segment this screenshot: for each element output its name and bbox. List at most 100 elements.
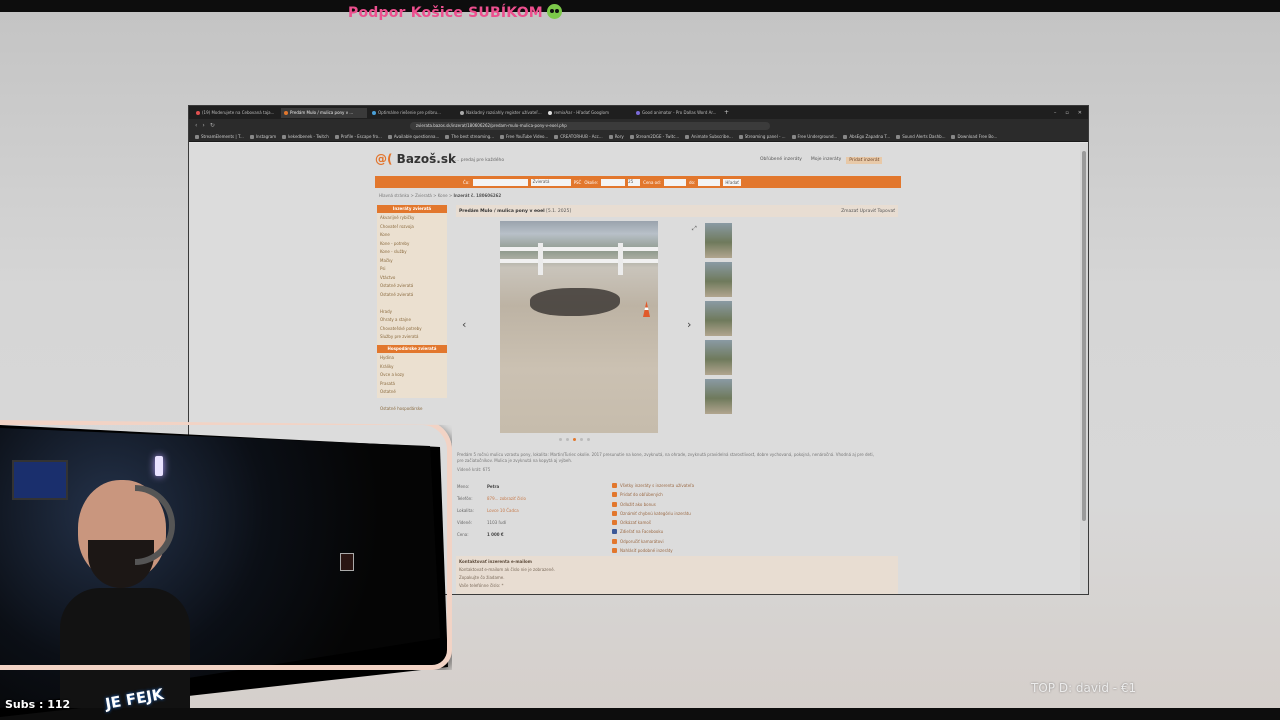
browser-tab-active[interactable]: Predám Mulo / mulica pony v ... xyxy=(281,107,367,118)
sidebar-item[interactable]: Akvarijné rybičky xyxy=(380,215,444,220)
my-ads-link[interactable]: Moje inzeráty xyxy=(811,157,841,164)
sidebar-item[interactable]: Ostatné zvieratá xyxy=(380,283,444,288)
bookmark-item[interactable]: Profile - Escape fro... xyxy=(334,134,382,139)
search-input[interactable] xyxy=(472,178,528,186)
sidebar-item[interactable]: Hydina xyxy=(380,355,444,360)
price-to-input[interactable] xyxy=(698,178,721,186)
sidebar-item[interactable]: Kone xyxy=(380,232,444,237)
bookmark-item[interactable]: Instagram xyxy=(249,134,276,139)
bookmark-label: Streaming panel - ... xyxy=(744,134,786,139)
phone-reveal-link[interactable]: 879... zobraziť číslo xyxy=(487,496,526,501)
sidebar-item[interactable]: Vtáctvo xyxy=(380,275,444,280)
bookmark-favicon-icon xyxy=(951,134,956,139)
add-ad-button[interactable]: Pridať inzerát xyxy=(846,157,883,164)
bookmark-item[interactable]: Streaming panel - ... xyxy=(738,134,786,139)
browser-tab[interactable]: Nakladný rozsiahly register užívateľ... xyxy=(457,108,543,118)
site-logo[interactable]: @( Bazoš.sk xyxy=(375,152,456,166)
location-link[interactable]: Lovce 10 Čadca xyxy=(487,508,519,513)
action-link[interactable]: Všetky inzeráty s inzerenta užívateľa xyxy=(612,483,694,488)
price-from-input[interactable] xyxy=(664,178,687,186)
psc-input[interactable] xyxy=(601,178,626,186)
bookmark-item[interactable]: kekedbenek - Twitch xyxy=(282,134,329,139)
bookmark-item[interactable]: The best streaming... xyxy=(445,134,494,139)
pager-dot-active[interactable] xyxy=(573,438,576,441)
bookmark-label: Download Free Bo... xyxy=(957,134,998,139)
thumbnail[interactable] xyxy=(705,340,732,375)
sidebar-item[interactable]: Ovce a kozy xyxy=(380,372,444,377)
sidebar-item[interactable]: Ostatné xyxy=(380,389,444,394)
sidebar-item[interactable]: Služby pre zvieratá xyxy=(380,334,444,339)
thumbnail[interactable] xyxy=(705,301,732,336)
bookmark-item[interactable]: StreamElements | T... xyxy=(195,134,244,139)
sidebar-item[interactable]: Prasatá xyxy=(380,381,444,386)
breadcrumb-current: Inzerát č. 180606262 xyxy=(453,193,502,198)
reload-icon[interactable]: ↻ xyxy=(210,122,215,129)
browser-tab[interactable]: Good animator - Pro Dallas Word Ar... xyxy=(633,108,719,118)
maximize-icon[interactable]: ▫ xyxy=(1065,110,1068,116)
sidebar-item[interactable]: Hrady xyxy=(380,309,444,314)
forward-icon[interactable]: › xyxy=(202,122,204,129)
bookmark-item[interactable]: AbsEgo Zapadna T... xyxy=(843,134,890,139)
bookmark-item[interactable]: Stream2DGE - Twitc... xyxy=(629,134,679,139)
action-link[interactable]: Pridať do obľúbených xyxy=(612,492,694,498)
bookmark-item[interactable]: Rory xyxy=(608,134,624,139)
sidebar-item[interactable]: Králiky xyxy=(380,364,444,369)
address-bar[interactable]: zvierata.bazos.sk/inzerat/180606262/pred… xyxy=(409,121,770,130)
sidebar-item[interactable]: Chovateľské potreby xyxy=(380,326,444,331)
sidebar-item[interactable]: Ostatné zvieratá xyxy=(380,292,444,297)
bookmark-item[interactable]: Download Free Bo... xyxy=(951,134,997,139)
prev-photo-icon[interactable]: ‹ xyxy=(462,318,466,331)
action-link[interactable]: Oznámiť chybnú kategóriu inzerátu xyxy=(612,510,694,516)
next-photo-icon[interactable]: › xyxy=(687,318,691,331)
action-label: Pridať do obľúbených xyxy=(620,492,663,498)
sidebar-item[interactable]: Mačky xyxy=(380,258,444,263)
sidebar-item[interactable]: Ostatné hospodárske xyxy=(380,406,444,411)
browser-tab[interactable]: Optimálne riešenie pre pribru... xyxy=(369,108,455,118)
pager-dot[interactable] xyxy=(566,438,569,441)
pager-dot[interactable] xyxy=(580,438,583,441)
fence-post xyxy=(538,243,543,275)
minimize-icon[interactable]: – xyxy=(1054,110,1057,116)
ad-owner-actions[interactable]: Zmazať Upraviť Topovať xyxy=(841,209,895,214)
page-scrollbar[interactable] xyxy=(1080,143,1088,594)
close-icon[interactable]: ✕ xyxy=(1078,110,1082,116)
bookmark-item[interactable]: Available questionna... xyxy=(387,134,439,139)
sidebar-item[interactable]: Ohraty a stajne xyxy=(380,317,444,322)
bookmark-item[interactable]: Free YouTube Video... xyxy=(499,134,548,139)
browser-tab[interactable]: remixAar - Hľadať Googlom xyxy=(545,108,631,118)
ad-main-photo[interactable] xyxy=(500,221,658,433)
bookmark-favicon-icon xyxy=(843,134,848,139)
expand-icon[interactable]: ⤢ xyxy=(692,225,697,233)
bookmark-item[interactable]: CREATORHUB - Acc... xyxy=(554,134,603,139)
sidebar-item[interactable]: Kone - potreby xyxy=(380,241,444,246)
favorites-link[interactable]: Obľúbené inzeráty xyxy=(760,157,802,164)
breadcrumb-path[interactable]: Hlavná stránka > Zvieratá > Kone > xyxy=(379,193,452,198)
thumbnail[interactable] xyxy=(705,379,732,414)
bookmark-item[interactable]: Sound Alerts Dashb... xyxy=(896,134,945,139)
action-link[interactable]: Odporučiť kamarátovi xyxy=(612,538,694,544)
action-link[interactable]: Odkázať kamoš xyxy=(612,520,694,526)
sidebar-item[interactable]: Chovateľ rozvoja xyxy=(380,224,444,229)
browser-tab[interactable]: (19) Moderujete na Cebovaná taja... xyxy=(193,108,279,118)
pager-dot[interactable] xyxy=(587,438,590,441)
action-link[interactable]: Odložiť ako bonus xyxy=(612,501,694,507)
scrollbar-thumb[interactable] xyxy=(1082,151,1086,521)
bookmark-favicon-icon xyxy=(629,134,634,139)
sidebar-item[interactable]: Kone - služby xyxy=(380,249,444,254)
search-button[interactable]: Hľadať xyxy=(723,178,741,186)
thumbnail[interactable] xyxy=(705,262,732,297)
phone-field-label[interactable]: Vaše telefónne číslo: * xyxy=(459,583,895,588)
bookmark-item[interactable]: Animate Subscribe... xyxy=(685,134,733,139)
action-link[interactable]: Nahlásiť podobné inzeráty xyxy=(612,548,694,554)
pager-dot[interactable] xyxy=(559,438,562,441)
action-link[interactable]: Zdieľať na Facebooku xyxy=(612,529,694,535)
bookmark-label: Sound Alerts Dashb... xyxy=(902,134,946,139)
radius-select[interactable]: 25 xyxy=(628,178,641,186)
bookmark-item[interactable]: Free Underground... xyxy=(791,134,837,139)
category-select[interactable]: Zvieratá xyxy=(530,178,571,186)
sidebar-item[interactable]: Psi xyxy=(380,266,444,271)
thumbnail[interactable] xyxy=(705,223,732,258)
new-tab-icon[interactable]: + xyxy=(724,109,729,116)
detail-label: Lokalita: xyxy=(457,508,474,513)
back-icon[interactable]: ‹ xyxy=(195,122,197,129)
